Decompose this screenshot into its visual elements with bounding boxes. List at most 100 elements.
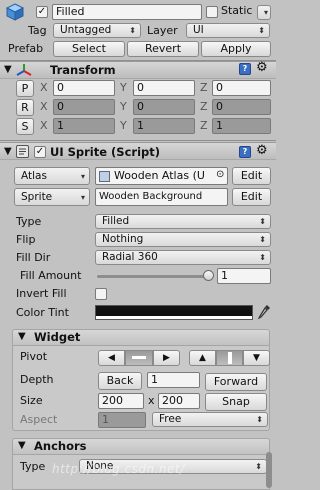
sprite-button[interactable]: Sprite ▾ <box>14 188 90 206</box>
help-book-icon[interactable]: ? <box>239 63 251 75</box>
pivot-right-button[interactable]: ▶ <box>153 350 180 366</box>
fill-amount-label: Fill Amount <box>20 269 82 282</box>
uisprite-title: UI Sprite (Script) <box>50 145 161 159</box>
depth-field[interactable]: 1 <box>147 372 200 388</box>
script-icon <box>16 145 29 158</box>
uisprite-enabled-checkbox[interactable]: ✓ <box>34 146 46 158</box>
collapse-arrow-icon[interactable]: ▼ <box>18 330 26 344</box>
snap-button[interactable]: Snap <box>205 393 267 411</box>
type-label: Type <box>16 215 42 228</box>
help-book-icon[interactable]: ? <box>239 146 251 158</box>
gear-icon[interactable]: ⚙ <box>256 61 268 75</box>
chevron-down-icon: ⬍ <box>259 253 266 262</box>
sprite-edit-button[interactable]: Edit <box>232 188 271 206</box>
axis-z-label: Z <box>200 119 208 132</box>
color-tint-swatch[interactable] <box>95 305 253 320</box>
pivot-center-h-button[interactable] <box>125 350 153 366</box>
layer-value: UI <box>193 24 204 36</box>
transform-axes-icon <box>16 63 32 77</box>
transform-r-z-field[interactable]: 0 <box>212 99 271 115</box>
transform-p-z-field[interactable]: 0 <box>212 80 271 96</box>
alpha-bar <box>96 316 252 319</box>
invert-fill-label: Invert Fill <box>16 287 67 300</box>
atlas-edit-button[interactable]: Edit <box>232 167 271 185</box>
axis-y-label: Y <box>120 119 127 132</box>
fill-dir-dropdown[interactable]: Radial 360 ⬍ <box>95 250 271 265</box>
size-label: Size <box>20 394 43 407</box>
pivot-left-button[interactable]: ◀ <box>98 350 125 366</box>
prefab-select-button[interactable]: Select <box>53 41 125 57</box>
atlas-label: Atlas <box>21 170 47 182</box>
transform-p-y-field[interactable]: 0 <box>133 80 195 96</box>
object-name-field[interactable]: Filled <box>52 4 202 20</box>
size-height-field[interactable]: 200 <box>158 393 200 409</box>
transform-s-z-field[interactable]: 1 <box>212 118 271 134</box>
transform-r-x-field[interactable]: 0 <box>53 99 115 115</box>
static-dropdown[interactable]: ▾ <box>257 5 271 20</box>
transform-r-y-field[interactable]: 0 <box>133 99 195 115</box>
transform-header[interactable] <box>0 61 276 79</box>
transform-s-y-field[interactable]: 1 <box>133 118 195 134</box>
axis-z-label: Z <box>200 81 208 94</box>
flip-label: Flip <box>16 233 36 246</box>
transform-s-x-field[interactable]: 1 <box>53 118 115 134</box>
gear-icon[interactable]: ⚙ <box>256 144 268 158</box>
pivot-top-button[interactable]: ▲ <box>189 350 216 366</box>
atlas-asset-icon <box>99 171 110 182</box>
fill-amount-slider-track[interactable] <box>97 275 209 278</box>
transform-p-x-field[interactable]: 0 <box>53 80 115 96</box>
active-checkbox[interactable]: ✓ <box>36 6 48 18</box>
tag-dropdown[interactable]: Untagged ⬍ <box>53 23 141 38</box>
depth-forward-button[interactable]: Forward <box>205 373 267 391</box>
depth-back-button[interactable]: Back <box>98 372 142 390</box>
fill-amount-slider-thumb[interactable] <box>203 270 214 281</box>
axis-x-label: X <box>40 119 48 132</box>
invert-fill-checkbox[interactable] <box>95 288 107 300</box>
type-value: Filled <box>102 215 130 227</box>
fill-dir-label: Fill Dir <box>16 251 51 264</box>
atlas-button[interactable]: Atlas ▾ <box>14 167 90 185</box>
object-picker-icon[interactable]: ⊙ <box>216 168 224 182</box>
aspect-label: Aspect <box>20 413 58 426</box>
eyedropper-icon[interactable] <box>257 304 271 320</box>
static-label: Static <box>221 4 253 17</box>
divider <box>0 140 276 141</box>
atlas-object-field[interactable]: Wooden Atlas (U <box>95 167 228 185</box>
prefab-label: Prefab <box>8 42 44 55</box>
static-checkbox[interactable] <box>206 6 218 18</box>
layer-dropdown[interactable]: UI ⬍ <box>186 23 270 38</box>
color-tint-label: Color Tint <box>16 306 69 319</box>
flip-value: Nothing <box>102 233 144 245</box>
pivot-center-v-button[interactable] <box>216 350 243 366</box>
chevron-down-icon: ⬍ <box>256 415 263 424</box>
prefab-apply-button[interactable]: Apply <box>201 41 271 57</box>
depth-label: Depth <box>20 373 54 386</box>
transform-reset-p-button[interactable]: P <box>16 80 34 97</box>
size-width-field[interactable]: 200 <box>98 393 144 409</box>
transform-reset-s-button[interactable]: S <box>16 118 34 135</box>
pivot-bottom-button[interactable]: ▼ <box>243 350 270 366</box>
aspect-field[interactable]: 1 <box>98 412 146 428</box>
axis-y-label: Y <box>120 81 127 94</box>
chevron-down-icon: ⬍ <box>259 217 266 226</box>
transform-reset-r-button[interactable]: R <box>16 99 34 116</box>
flip-dropdown[interactable]: Nothing ⬍ <box>95 232 271 247</box>
sprite-label: Sprite <box>21 191 53 203</box>
aspect-mode-dropdown[interactable]: Free ⬍ <box>152 412 268 427</box>
chevron-down-icon: ▾ <box>80 193 85 202</box>
cube-icon <box>5 3 25 21</box>
chevron-down-icon: ⬍ <box>129 26 136 35</box>
chevron-down-icon: ⬍ <box>259 235 266 244</box>
size-separator: x <box>148 394 155 407</box>
axis-y-label: Y <box>120 100 127 113</box>
fill-amount-field[interactable]: 1 <box>217 268 271 284</box>
collapse-arrow-icon[interactable]: ▼ <box>18 439 26 453</box>
collapse-arrow-icon[interactable]: ▼ <box>4 63 12 77</box>
prefab-revert-button[interactable]: Revert <box>127 41 199 57</box>
sprite-name-field[interactable]: Wooden Background <box>95 188 228 206</box>
atlas-value: Wooden Atlas (U <box>114 169 205 182</box>
collapse-arrow-icon[interactable]: ▼ <box>4 145 12 159</box>
type-dropdown[interactable]: Filled ⬍ <box>95 214 271 229</box>
transform-title: Transform <box>50 63 116 77</box>
scrollbar-thumb[interactable] <box>266 452 272 488</box>
